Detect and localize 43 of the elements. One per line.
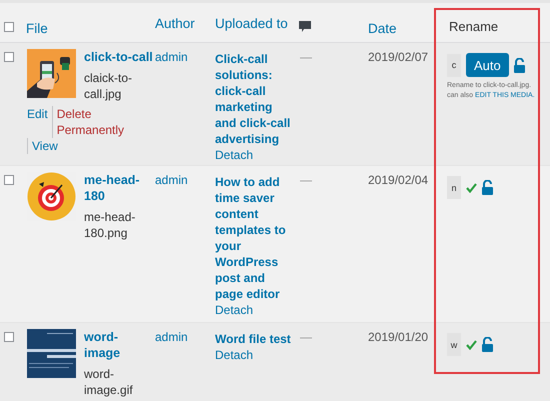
author-link[interactable]: admin <box>155 330 188 344</box>
checkmark-icon <box>466 340 477 350</box>
uploaded-to-link[interactable]: How to add time saver content templates to your WordPress post and page editor <box>215 174 295 302</box>
comment-icon[interactable] <box>299 20 311 32</box>
date-text: 2019/02/04 <box>367 173 428 187</box>
detach-link[interactable]: Detach <box>215 348 254 362</box>
delete-link[interactable]: Delete Permanently <box>56 106 124 138</box>
comments-count: — <box>299 50 312 64</box>
uploaded-to-link[interactable]: Word file test <box>215 331 295 347</box>
row-checkbox[interactable] <box>4 52 14 62</box>
rename-field[interactable]: n <box>447 176 461 199</box>
file-name: me-head-180.png <box>84 209 136 241</box>
author-link[interactable]: admin <box>155 173 188 187</box>
column-header: Rename <box>448 18 500 34</box>
column-header[interactable]: Date <box>360 8 435 36</box>
author-link[interactable]: admin <box>155 50 188 64</box>
detach-link[interactable]: Detach <box>215 148 254 162</box>
unlocked-padlock-icon[interactable] <box>514 58 525 72</box>
row-checkbox[interactable] <box>4 175 14 185</box>
column-header[interactable]: Uploaded to <box>215 13 297 32</box>
file-title-link[interactable]: word-image <box>84 329 153 361</box>
uploaded-to-link[interactable]: Click-call solutions: click-call marketing and click-call advertising <box>215 51 295 147</box>
date-text: 2019/01/20 <box>367 330 428 344</box>
action-link[interactable]: View <box>32 138 58 154</box>
file-name: claick-to-call.jpg <box>84 70 134 102</box>
file-title-link[interactable]: me-head-180 <box>84 172 153 204</box>
rename-field[interactable]: w <box>447 333 461 356</box>
column-header[interactable]: Author <box>155 13 215 32</box>
file-name: word-image.gif <box>84 366 134 398</box>
comments-count: — <box>299 173 312 187</box>
comments-count: — <box>299 330 312 344</box>
auto-button[interactable]: Auto <box>466 53 509 77</box>
rename-field[interactable]: c <box>447 54 461 76</box>
file-title-link[interactable]: click-to-call <box>84 49 153 65</box>
select-all-checkbox[interactable] <box>4 22 14 32</box>
row-checkbox[interactable] <box>4 332 14 342</box>
detach-link[interactable]: Detach <box>215 303 254 317</box>
unlocked-padlock-icon[interactable] <box>482 180 493 195</box>
unlocked-padlock-icon[interactable] <box>482 337 493 352</box>
date-text: 2019/02/07 <box>367 50 428 64</box>
checkmark-icon <box>466 182 477 192</box>
column-header[interactable]: File <box>22 8 155 36</box>
action-link[interactable]: Edit <box>27 106 48 122</box>
